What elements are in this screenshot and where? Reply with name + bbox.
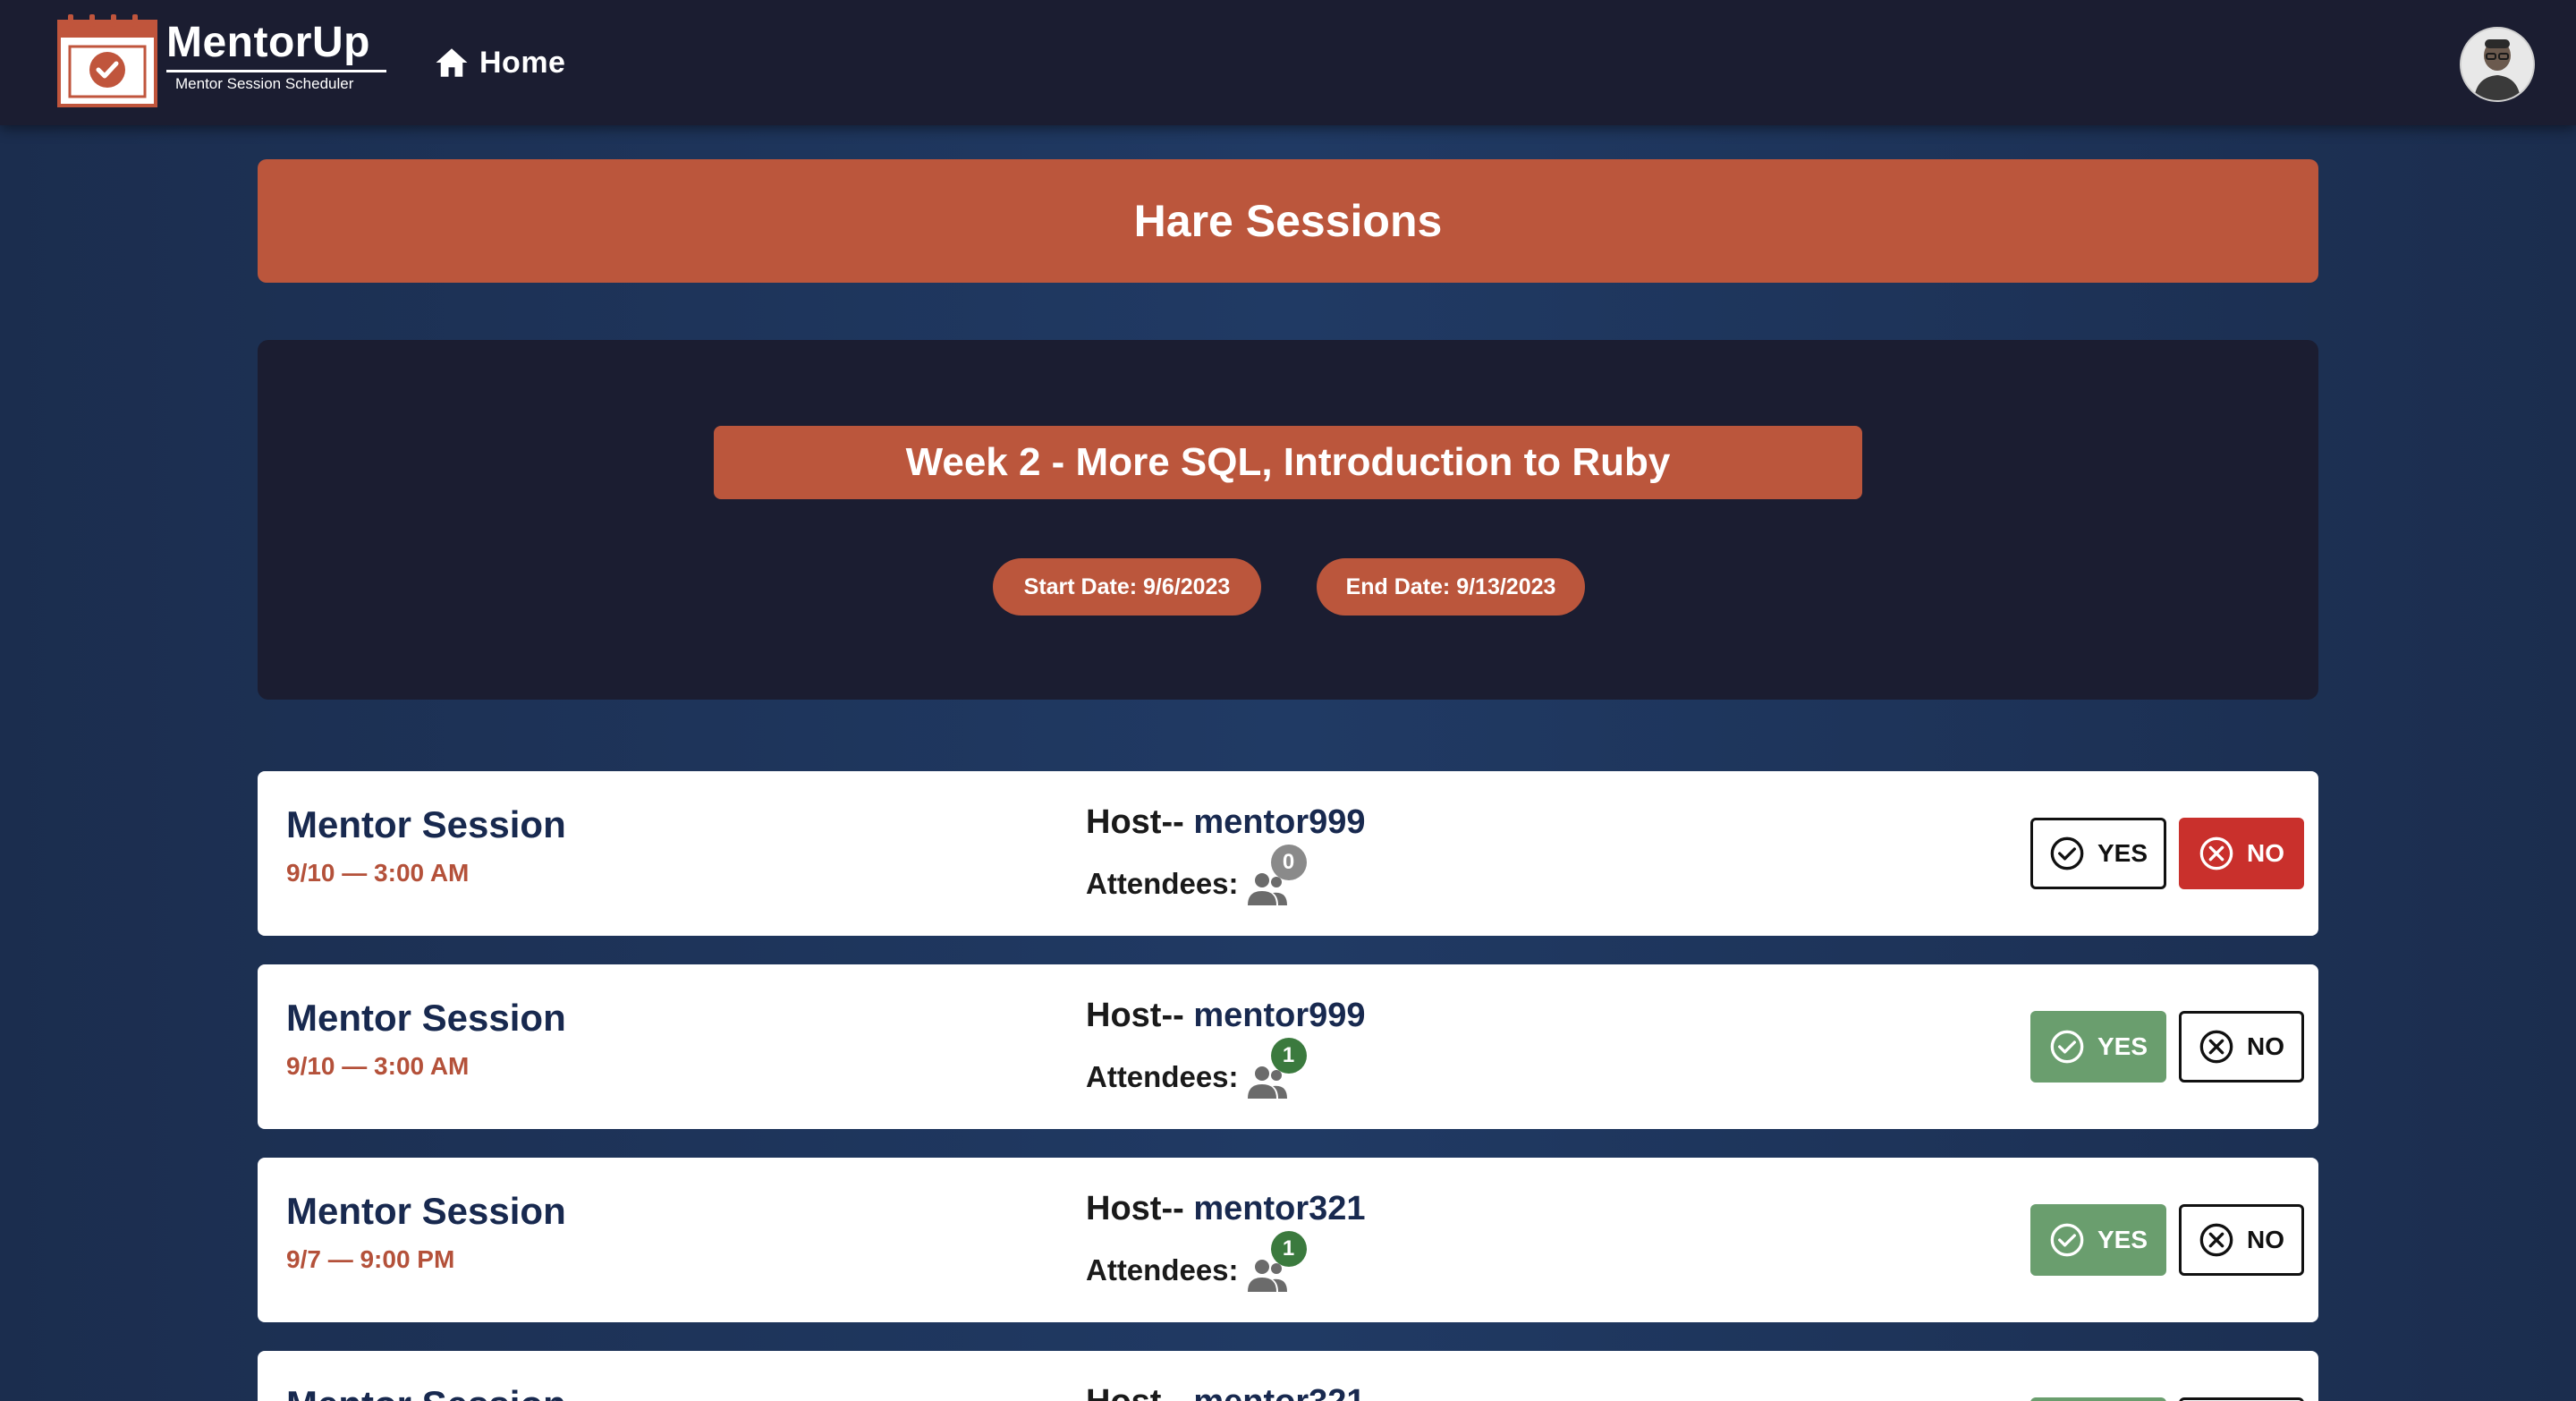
yes-label: YES — [2097, 839, 2148, 867]
session-card: Mentor Session Host-- mentor321 — [258, 1351, 2318, 1401]
brand[interactable]: MentorUp Mentor Session Scheduler — [166, 18, 386, 96]
calendar-check-icon[interactable] — [55, 11, 159, 107]
attendees-label: Attendees: — [1086, 1253, 1239, 1286]
rsvp-yes-button[interactable]: YES — [2030, 1011, 2166, 1083]
rsvp-no-button[interactable]: NO — [2179, 1011, 2304, 1083]
host-name: mentor321 — [1193, 1190, 1366, 1227]
navbar: MentorUp Mentor Session Scheduler Home — [0, 0, 2576, 125]
host-name: mentor321 — [1193, 1383, 1365, 1401]
attendees-label: Attendees: — [1086, 867, 1239, 900]
session-title: Mentor Session — [286, 1190, 566, 1232]
check-circle-icon — [2050, 836, 2084, 870]
end-date-badge: End Date: 9/13/2023 — [1317, 558, 1585, 616]
home-link[interactable]: Home — [433, 41, 565, 84]
host-name: mentor999 — [1193, 803, 1366, 841]
host-name: mentor999 — [1193, 997, 1366, 1034]
attendee-count-badge: 0 — [1270, 845, 1307, 880]
session-time: 9/7 — 9:00 PM — [286, 1245, 455, 1273]
brand-subtitle: Mentor Session Scheduler — [175, 75, 354, 92]
no-label: NO — [2247, 1032, 2284, 1060]
no-label: NO — [2247, 1226, 2284, 1253]
session-title: Mentor Session — [286, 1383, 566, 1401]
attendees-label: Attendees: — [1086, 1060, 1239, 1093]
session-host: Host-- mentor321 — [1086, 1190, 1366, 1228]
yes-label: YES — [2097, 1032, 2148, 1060]
attendee-count-badge: 1 — [1270, 1038, 1307, 1074]
attendee-count-badge: 1 — [1270, 1231, 1307, 1267]
attendees: Attendees: 1 — [1086, 1038, 1307, 1099]
host-label: Host-- — [1086, 1383, 1184, 1401]
week-title: Week 2 - More SQL, Introduction to Ruby — [714, 426, 1862, 499]
session-time: 9/10 — 3:00 AM — [286, 859, 470, 887]
attendees: Attendees: 1 — [1086, 1231, 1307, 1292]
host-label: Host-- — [1086, 1190, 1184, 1227]
start-date-badge: Start Date: 9/6/2023 — [993, 558, 1261, 616]
rsvp-yes-button[interactable]: YES — [2030, 1204, 2166, 1276]
check-circle-icon — [2050, 1223, 2084, 1257]
host-label: Host-- — [1086, 997, 1184, 1034]
rsvp-no-button[interactable]: NO — [2179, 1204, 2304, 1276]
x-circle-icon — [2199, 836, 2233, 870]
x-circle-icon — [2199, 1030, 2233, 1064]
attendees-indicator[interactable]: 1 — [1246, 1038, 1307, 1099]
x-circle-icon — [2199, 1223, 2233, 1257]
session-host: Host-- mentor999 — [1086, 997, 1366, 1035]
session-card: Mentor Session 9/10 — 3:00 AM Host-- men… — [258, 771, 2318, 936]
week-card: Week 2 - More SQL, Introduction to Ruby … — [258, 340, 2318, 700]
page-title: Hare Sessions — [1133, 196, 1443, 246]
session-host: Host-- mentor999 — [1086, 803, 1366, 842]
session-card: Mentor Session 9/7 — 9:00 PM Host-- ment… — [258, 1158, 2318, 1322]
session-time: 9/10 — 3:00 AM — [286, 1052, 470, 1080]
brand-name: MentorUp — [166, 19, 370, 66]
check-circle-icon — [2050, 1030, 2084, 1064]
attendees: Attendees: 0 — [1086, 845, 1307, 905]
rsvp-no-button[interactable]: NO — [2179, 818, 2304, 889]
session-card: Mentor Session 9/10 — 3:00 AM Host-- men… — [258, 964, 2318, 1129]
attendees-indicator[interactable]: 1 — [1246, 1231, 1307, 1292]
home-icon — [436, 48, 468, 77]
rsvp-yes-button[interactable]: YES — [2030, 818, 2166, 889]
session-host: Host-- mentor321 — [1086, 1383, 1366, 1401]
session-title: Mentor Session — [286, 803, 566, 845]
avatar[interactable] — [2460, 27, 2535, 102]
yes-label: YES — [2097, 1226, 2148, 1253]
host-label: Host-- — [1086, 803, 1184, 841]
page-banner: Hare Sessions — [258, 159, 2318, 283]
rsvp-no-button[interactable] — [2179, 1397, 2304, 1401]
rsvp-yes-button[interactable] — [2030, 1397, 2166, 1401]
home-label: Home — [479, 45, 566, 80]
user-photo-icon — [2462, 29, 2533, 100]
session-title: Mentor Session — [286, 997, 566, 1039]
attendees-indicator[interactable]: 0 — [1246, 845, 1307, 905]
no-label: NO — [2247, 839, 2284, 867]
